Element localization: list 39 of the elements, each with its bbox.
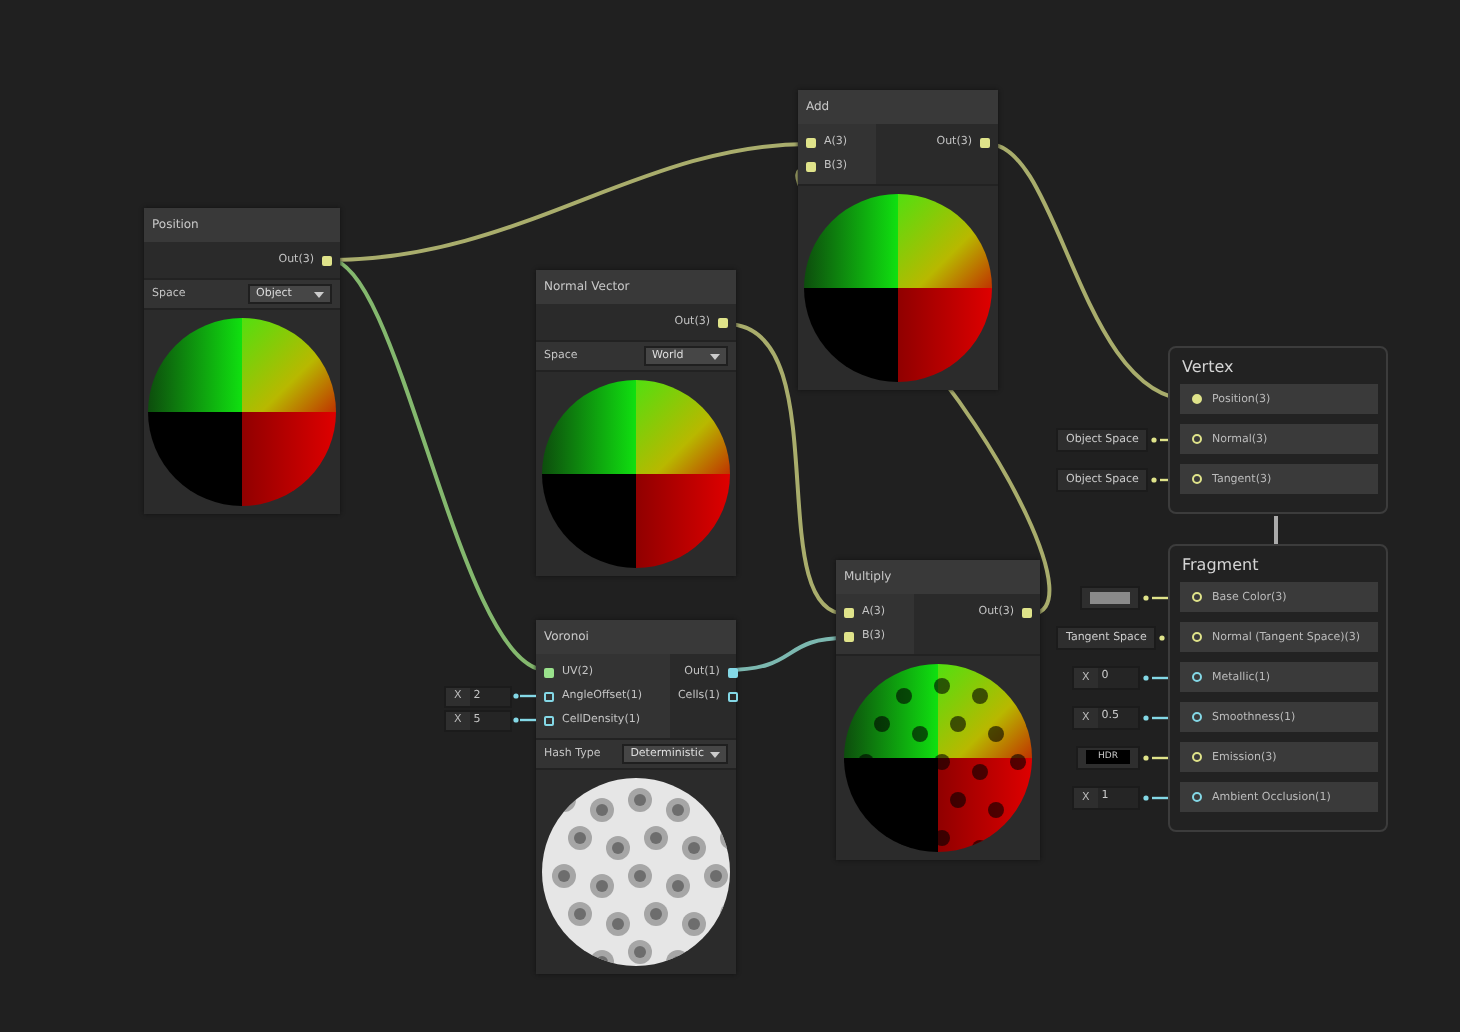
stub-connector-icon (1140, 591, 1168, 603)
stub-connector-icon (512, 714, 536, 726)
slot-port[interactable] (1192, 394, 1202, 404)
input-port[interactable] (844, 631, 854, 641)
stub-connector-icon (1148, 433, 1168, 445)
input-port[interactable] (544, 715, 554, 725)
caret-icon (710, 751, 720, 757)
stub-connector-icon (1140, 671, 1168, 683)
stub-connector-icon (1148, 473, 1168, 485)
block-title: Vertex (1180, 356, 1236, 380)
stub-connector-icon (512, 690, 536, 702)
stub-connector-icon (1140, 751, 1168, 763)
slot-port[interactable] (1192, 592, 1202, 602)
output-port[interactable] (980, 137, 990, 147)
color-field[interactable] (1080, 585, 1140, 609)
block-title: Fragment (1180, 554, 1261, 578)
output-port[interactable] (1022, 607, 1032, 617)
stub-connector-icon (1156, 631, 1168, 643)
output-port[interactable] (322, 255, 332, 265)
slot-port[interactable] (1192, 792, 1202, 802)
stub-connector-icon (1140, 711, 1168, 723)
slot-port[interactable] (1192, 712, 1202, 722)
input-port[interactable] (806, 137, 816, 147)
slot-port[interactable] (1192, 672, 1202, 682)
caret-icon (710, 353, 720, 359)
input-port[interactable] (544, 667, 554, 677)
input-port[interactable] (844, 607, 854, 617)
output-port[interactable] (718, 317, 728, 327)
slot-port[interactable] (1192, 474, 1202, 484)
slot-port[interactable] (1192, 632, 1202, 642)
slot-port[interactable] (1192, 752, 1202, 762)
input-port[interactable] (806, 161, 816, 171)
slot-port[interactable] (1192, 434, 1202, 444)
block-link-line (1274, 516, 1278, 544)
input-port[interactable] (544, 691, 554, 701)
caret-icon (314, 291, 324, 297)
output-port[interactable] (727, 691, 738, 701)
stub-connector-icon (1140, 791, 1168, 803)
output-port[interactable] (727, 667, 738, 677)
